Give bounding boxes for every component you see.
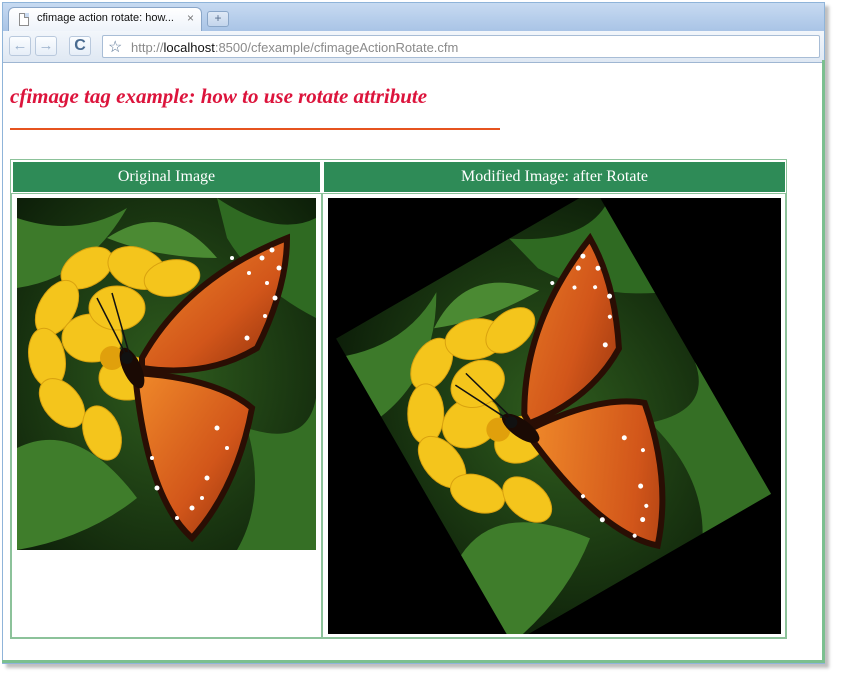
page-icon: [19, 13, 29, 26]
url-text: http://localhost:8500/cfexample/cfimageA…: [131, 40, 458, 55]
bookmark-star-icon[interactable]: ☆: [108, 37, 122, 57]
window-edge-right: [822, 60, 825, 662]
browser-tab[interactable]: cfimage action rotate: how... ×: [8, 7, 202, 31]
url-scheme: http://: [131, 40, 164, 55]
screenshot: cfimage action rotate: how... × + ← → C …: [0, 0, 841, 676]
header-original-image: Original Image: [13, 162, 320, 192]
modified-image: [328, 198, 781, 634]
url-path: :8500/cfexample/cfimageActionRotate.cfm: [214, 40, 459, 55]
address-bar[interactable]: ☆ http://localhost:8500/cfexample/cfimag…: [102, 35, 820, 58]
rotated-butterfly-photo: [328, 198, 781, 634]
forward-arrow-icon: →: [38, 37, 54, 54]
browser-toolbar: ← → C ☆ http://localhost:8500/cfexample/…: [3, 31, 824, 63]
reload-button[interactable]: C: [69, 36, 91, 56]
forward-button[interactable]: →: [35, 36, 57, 56]
tab-strip: cfimage action rotate: how... × +: [3, 3, 824, 31]
header-modified-image: Modified Image: after Rotate: [324, 162, 785, 192]
close-tab-icon[interactable]: ×: [187, 11, 194, 25]
reload-icon: C: [74, 37, 86, 54]
new-tab-button[interactable]: +: [207, 11, 229, 27]
title-divider: [10, 128, 500, 130]
back-arrow-icon: ←: [12, 37, 28, 54]
page-title: cfimage tag example: how to use rotate a…: [10, 84, 428, 108]
tab-title: cfimage action rotate: how...: [37, 12, 174, 24]
window-edge-bottom: [2, 660, 825, 663]
butterfly-flower-photo: [17, 198, 316, 550]
url-host: localhost: [163, 40, 215, 55]
back-button[interactable]: ←: [9, 36, 31, 56]
original-image: [17, 198, 316, 550]
